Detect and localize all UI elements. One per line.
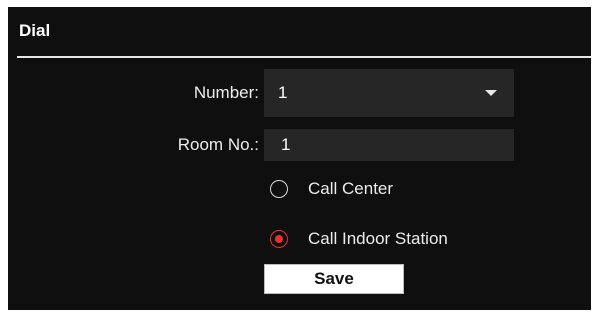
section-title: Dial: [19, 21, 51, 40]
number-label: Number:: [193, 83, 259, 102]
radio-unchecked-icon[interactable]: [270, 180, 288, 198]
radio-call-center-label: Call Center: [308, 179, 394, 198]
save-button[interactable]: Save: [264, 264, 404, 294]
room-no-label: Room No.:: [177, 135, 259, 154]
chevron-down-icon: [485, 90, 497, 96]
dial-settings-panel: Dial Number: 1 Room No.: Call Center Cal…: [8, 7, 591, 310]
radio-call-indoor-station[interactable]: Call Indoor Station: [270, 228, 448, 250]
section-divider: [17, 56, 591, 58]
radio-call-indoor-station-label: Call Indoor Station: [308, 229, 448, 248]
radio-call-center[interactable]: Call Center: [270, 178, 393, 200]
number-select[interactable]: 1: [264, 69, 514, 117]
number-select-value: 1: [278, 83, 288, 102]
room-no-input[interactable]: [264, 129, 514, 161]
radio-checked-icon[interactable]: [270, 230, 288, 248]
